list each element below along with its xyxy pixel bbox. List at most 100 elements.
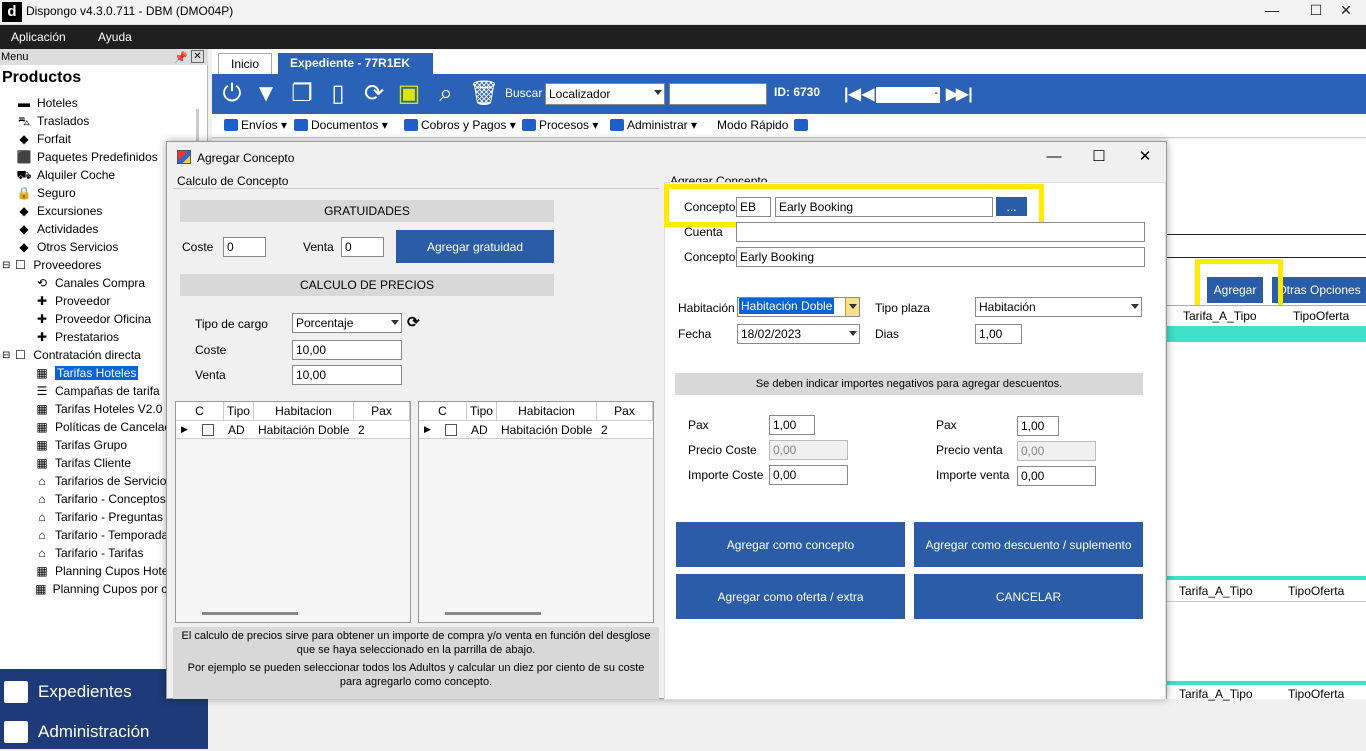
envios-menu[interactable]: Envíos ▾: [224, 118, 287, 132]
minimize-icon[interactable]: —: [1252, 0, 1292, 22]
coste2-input[interactable]: 10,00: [292, 340, 402, 360]
importe-venta-input[interactable]: 0,00: [1017, 466, 1096, 486]
tree-item-icon: ☐: [15, 258, 26, 272]
tree-item-label: Prestatarios: [55, 330, 120, 344]
horizontal-scrollbar[interactable]: [445, 612, 541, 615]
record-input[interactable]: -: [876, 87, 940, 103]
id-label: ID: 6730: [774, 85, 821, 99]
procesos-menu[interactable]: Procesos ▾: [522, 118, 598, 132]
gratuidades-header: GRATUIDADES: [180, 200, 554, 222]
tree-item-icon: ⛍: [17, 114, 31, 128]
new-document-icon[interactable]: ▯: [325, 80, 351, 108]
otras-opciones-button[interactable]: Otras Opciones: [1272, 277, 1366, 303]
collapse-icon[interactable]: ⊟: [2, 260, 10, 271]
venta2-input[interactable]: 10,00: [292, 365, 402, 385]
concepto2-label: Concepto: [684, 250, 736, 264]
row-checkbox[interactable]: [202, 424, 214, 436]
close-icon[interactable]: ✕: [1326, 0, 1366, 22]
cobros-menu[interactable]: Cobros y Pagos ▾: [404, 118, 516, 132]
menu-aplicacion[interactable]: Aplicación: [11, 30, 66, 44]
tree-item-icon: ▦: [35, 582, 47, 596]
tree-item[interactable]: ▬ Hoteles: [0, 94, 196, 112]
menu-ayuda[interactable]: Ayuda: [98, 30, 132, 44]
pax2-input[interactable]: 1,00: [1017, 416, 1059, 436]
title-bar: d Dispongo v4.3.0.711 - DBM (DMO04P) — ☐…: [0, 0, 1366, 25]
tipo-plaza-select[interactable]: Habitación: [975, 297, 1142, 317]
agregar-oferta-button[interactable]: Agregar como oferta / extra: [676, 574, 905, 619]
pax-input[interactable]: 1,00: [769, 415, 815, 435]
close-icon[interactable]: ✕: [1130, 147, 1160, 167]
agregar-concepto-button[interactable]: Agregar como concepto: [676, 522, 905, 567]
grid-header-pax: Pax: [597, 402, 653, 420]
agregar-gratuidad-button[interactable]: Agregar gratuidad: [396, 230, 554, 263]
buscar-select[interactable]: Localizador: [545, 83, 665, 105]
first-record-icon[interactable]: |◀: [844, 86, 861, 104]
tree-item-icon: ◆: [19, 204, 29, 218]
prev-record-icon[interactable]: ◀: [862, 86, 874, 104]
copy-icon[interactable]: ❐: [289, 80, 315, 108]
payments-icon: [404, 119, 418, 131]
pin-icon[interactable]: 📌: [174, 50, 188, 66]
concepto2-input[interactable]: Early Booking: [736, 247, 1145, 267]
close-panel-icon[interactable]: ✕: [191, 50, 204, 63]
save-icon[interactable]: ▣: [396, 80, 422, 108]
selected-row[interactable]: [1167, 326, 1366, 342]
coste-label: Coste: [182, 240, 214, 254]
search-input[interactable]: [669, 83, 767, 105]
power-icon[interactable]: ⏻: [219, 80, 245, 108]
search-icon[interactable]: ⌕: [433, 80, 459, 108]
aviso-bar: Se deben indicar importes negativos para…: [675, 373, 1143, 395]
menu-header: Menu 📌 ✕: [0, 49, 208, 65]
trash-icon[interactable]: 🗑: [469, 80, 499, 108]
importe-coste-label: Importe Coste: [688, 468, 764, 482]
chevron-down-icon: [849, 304, 857, 309]
tree-item-label: Tarifas Hoteles: [55, 366, 139, 380]
tree-item-icon: ⛟: [16, 168, 32, 182]
refresh-icon[interactable]: ⟳: [407, 313, 420, 331]
refresh-icon[interactable]: ⟳: [361, 80, 387, 108]
table-row[interactable]: ▶ AD Habitación Doble 2: [176, 420, 410, 439]
cell-tipo: AD: [228, 423, 245, 437]
row-checkbox[interactable]: [445, 424, 457, 436]
fecha-input[interactable]: 18/02/2023: [737, 324, 860, 344]
modo-rapido-button[interactable]: Modo Rápido: [717, 118, 811, 132]
venta-input[interactable]: 0: [341, 237, 384, 257]
info-text-1: El calculo de precios sirve para obtener…: [181, 630, 651, 656]
envios-label: Envíos: [241, 118, 278, 132]
horizontal-scrollbar[interactable]: [202, 612, 298, 615]
table-row[interactable]: ▶ AD Habitación Doble 2: [419, 420, 653, 439]
importe-coste-input[interactable]: 0,00: [769, 465, 848, 485]
dias-input[interactable]: 1,00: [975, 324, 1022, 344]
buscar-select-value: Localizador: [549, 87, 611, 101]
minimize-icon[interactable]: —: [1039, 147, 1069, 167]
tree-item-icon: ▦: [36, 438, 48, 452]
tab-expediente[interactable]: Expediente - 77R1EK: [278, 53, 433, 74]
administrar-menu[interactable]: Administrar ▾: [610, 118, 697, 132]
cuenta-input[interactable]: [736, 222, 1145, 242]
dialog-app-icon: [177, 150, 191, 164]
last-record-icon[interactable]: ▶|: [956, 86, 973, 104]
coste-input[interactable]: 0: [223, 237, 266, 257]
col-tarifa-a-tipo: Tarifa_A_Tipo: [1183, 309, 1257, 323]
documentos-menu[interactable]: Documentos ▾: [294, 118, 388, 132]
agregar-descuento-button[interactable]: Agregar como descuento / suplemento: [914, 522, 1143, 567]
tree-item-label: Tarifarios de Servicios: [55, 474, 173, 488]
cancelar-button[interactable]: CANCELAR: [914, 574, 1143, 619]
habitacion-select[interactable]: Habitación Doble: [737, 297, 860, 317]
precio-venta-input: 0,00: [1017, 441, 1096, 461]
coste2-label: Coste: [195, 343, 227, 357]
grid-right: C Tipo Habitacion Pax ▶ AD Habitación Do…: [418, 401, 654, 623]
tree-item-label: Actividades: [37, 222, 99, 236]
collapse-icon[interactable]: ⊟: [2, 350, 10, 361]
tab-inicio[interactable]: Inicio: [218, 53, 273, 74]
maximize-icon[interactable]: ☐: [1084, 147, 1114, 167]
filter-icon[interactable]: ▼: [253, 80, 279, 108]
nav-administracion[interactable]: Administración: [0, 713, 208, 751]
cell-pax: 2: [601, 423, 608, 437]
tree-item-icon: ▦: [36, 564, 48, 578]
tree-item-icon: ⌂: [38, 474, 46, 488]
precio-venta-label: Precio venta: [936, 443, 1003, 457]
tree-item-label: Otros Servicios: [37, 240, 119, 254]
tipo-cargo-select[interactable]: Porcentaje: [292, 313, 402, 333]
tree-item[interactable]: ⛍ Traslados: [0, 112, 196, 130]
